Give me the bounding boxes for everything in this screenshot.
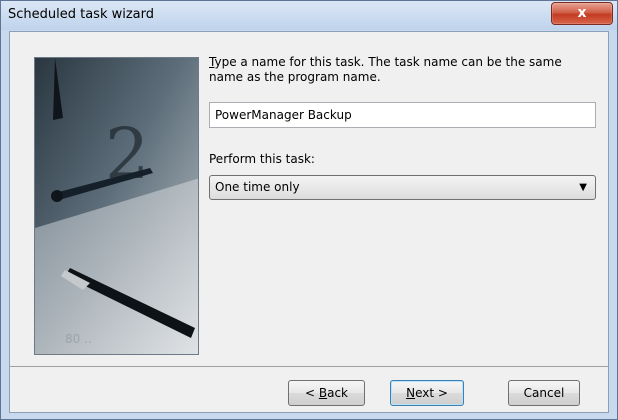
title-bar[interactable]: Scheduled task wizard x — [1, 1, 617, 30]
next-button[interactable]: Next > — [390, 380, 464, 406]
back-button[interactable]: < Back — [288, 380, 365, 406]
back-button-prefix: < — [304, 386, 319, 400]
wizard-hero-image: 2 80 .. — [34, 57, 199, 355]
chevron-down-icon: ▼ — [579, 182, 587, 193]
back-button-label: ack — [327, 386, 348, 400]
wizard-window: Scheduled task wizard x 2 80 .. Type a n… — [0, 0, 618, 420]
back-button-accesskey: B — [318, 386, 328, 400]
close-icon: x — [577, 5, 587, 21]
svg-text:80 ..: 80 .. — [65, 332, 92, 346]
clock-pen-illustration: 2 80 .. — [35, 58, 198, 354]
perform-task-select[interactable]: One time only ▼ — [209, 175, 596, 200]
window-title: Scheduled task wizard — [8, 7, 155, 22]
next-button-accesskey: N — [406, 386, 416, 400]
task-name-input[interactable]: PowerManager Backup — [209, 102, 596, 128]
perform-task-selected-value: One time only — [215, 180, 300, 194]
button-separator — [10, 366, 608, 367]
wizard-body: 2 80 .. Type a name for this task. The t… — [9, 31, 609, 413]
cancel-button[interactable]: Cancel — [508, 380, 580, 406]
prompt-text: ype a name for this task. The task name … — [209, 55, 562, 84]
perform-task-label: Perform this task: — [209, 152, 315, 166]
close-button[interactable]: x — [551, 2, 613, 25]
next-button-label: ext > — [415, 386, 448, 400]
task-name-prompt: Type a name for this task. The task name… — [209, 55, 599, 85]
